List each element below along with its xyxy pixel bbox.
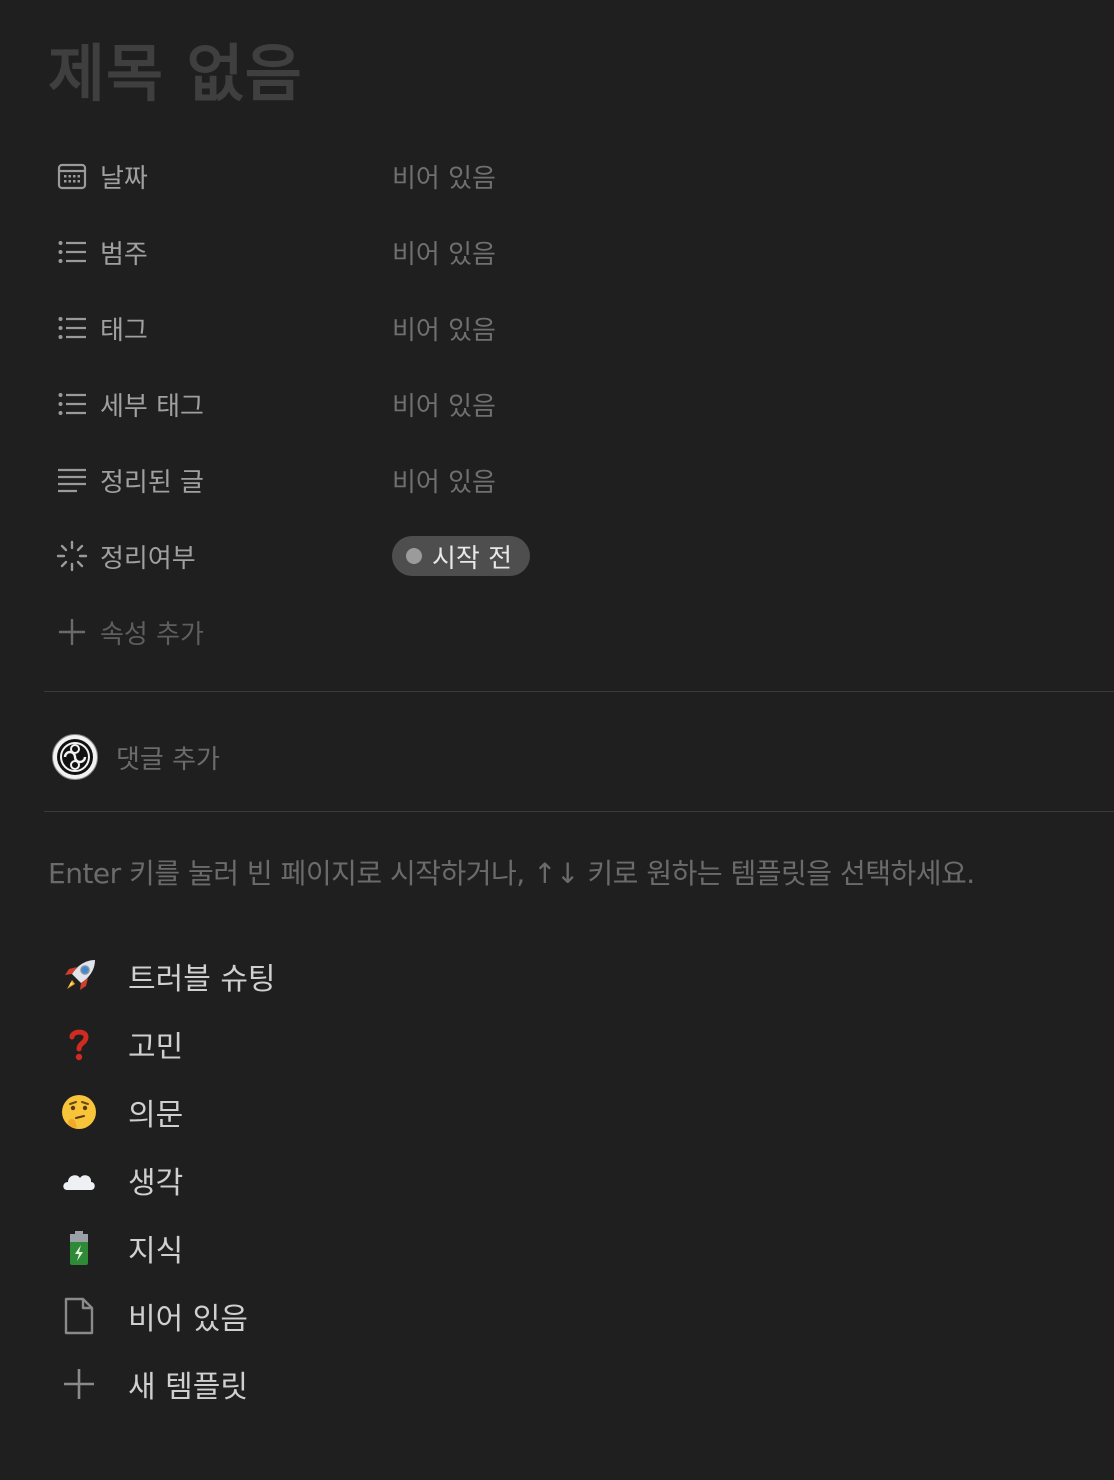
template-item-thought[interactable]: 생각 [56,1146,276,1214]
template-label: 새 템플릿 [128,1370,248,1405]
property-value-empty[interactable]: 비어 있음 [392,460,496,500]
template-label: 트러블 슈팅 [128,962,276,997]
property-name: 정리된 글 [100,467,204,498]
plus-icon [54,614,90,650]
properties-panel: 날짜 비어 있음 범주 비어 있음 태그 비어 있음 세부 태그 비어 있음 정… [44,140,1114,672]
property-row-date[interactable]: 날짜 비어 있음 [44,140,1114,216]
template-label: 비어 있음 [128,1302,248,1337]
template-item-blank[interactable]: 비어 있음 [56,1282,276,1350]
question-mark-icon [56,1021,102,1067]
property-name: 날짜 [100,163,148,194]
property-row-sub-tag[interactable]: 세부 태그 비어 있음 [44,368,1114,444]
property-row-summary-text[interactable]: 정리된 글 비어 있음 [44,444,1114,520]
comment-composer[interactable]: 댓글 추가 [52,732,220,782]
status-dot-icon [406,548,422,564]
template-label: 지식 [128,1234,184,1269]
property-value-empty[interactable]: 비어 있음 [392,156,496,196]
battery-icon [56,1225,102,1271]
blank-page-icon [56,1293,102,1339]
property-row-category[interactable]: 범주 비어 있음 [44,216,1114,292]
template-item-question[interactable]: 의문 [56,1078,276,1146]
template-label: 의문 [128,1098,184,1133]
text-lines-icon [54,462,90,498]
template-label: 생각 [128,1166,184,1201]
property-row-tag[interactable]: 태그 비어 있음 [44,292,1114,368]
divider [44,811,1114,812]
property-value-empty[interactable]: 비어 있음 [392,308,496,348]
template-label: 고민 [128,1030,184,1065]
property-name: 정리여부 [100,543,196,574]
property-name: 태그 [100,315,148,346]
divider [44,691,1114,692]
template-list: 트러블 슈팅 고민 의문 생각 지식 비어 있음 새 템플릿 [56,942,276,1418]
new-template-button[interactable]: 새 템플릿 [56,1350,276,1418]
cloud-icon [56,1157,102,1203]
add-property-button[interactable]: 속성 추가 [44,596,1114,672]
status-label: 시작 전 [432,543,513,574]
status-badge[interactable]: 시작 전 [392,536,531,576]
template-hint-text: Enter 키를 눌러 빈 페이지로 시작하거나, ↑↓ 키로 원하는 템플릿을… [48,857,975,890]
property-value-empty[interactable]: 비어 있음 [392,232,496,272]
plus-icon [56,1361,102,1407]
avatar-icon [52,734,98,780]
template-item-troubleshooting[interactable]: 트러블 슈팅 [56,942,276,1010]
property-row-status[interactable]: 정리여부 시작 전 [44,520,1114,596]
property-name: 세부 태그 [100,391,204,422]
rocket-icon [56,953,102,999]
thinking-face-icon [56,1089,102,1135]
property-value-empty[interactable]: 비어 있음 [392,384,496,424]
add-property-label: 속성 추가 [100,619,204,650]
template-item-knowledge[interactable]: 지식 [56,1214,276,1282]
multi-select-list-icon [54,386,90,422]
page-title[interactable]: 제목 없음 [48,34,303,114]
template-item-concern[interactable]: 고민 [56,1010,276,1078]
status-icon [54,538,90,574]
multi-select-list-icon [54,234,90,270]
calendar-icon [54,158,90,194]
multi-select-list-icon [54,310,90,346]
property-name: 범주 [100,239,148,270]
comment-input[interactable]: 댓글 추가 [116,739,220,776]
